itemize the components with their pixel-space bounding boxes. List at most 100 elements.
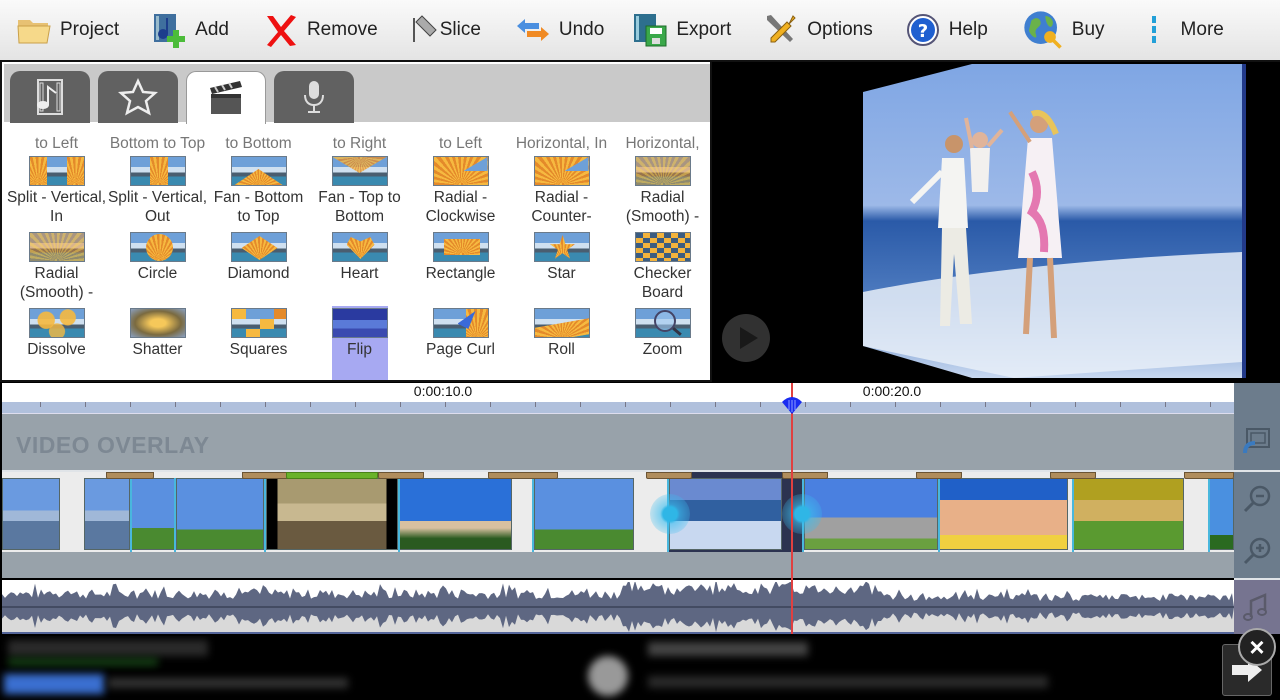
transition-marker[interactable] xyxy=(916,472,962,479)
more-button[interactable]: More xyxy=(1147,0,1224,61)
video-track[interactable] xyxy=(2,470,1234,578)
picture-in-picture-icon xyxy=(1243,428,1270,454)
timeline-ruler[interactable]: 0:00:10.0 0:00:20.0 xyxy=(2,383,1234,414)
transition-item-star[interactable]: Star xyxy=(511,232,612,283)
buy-button[interactable]: Buy xyxy=(1022,0,1105,61)
clapperboard-icon xyxy=(210,81,242,114)
transition-item-fan-up[interactable]: Fan - Bottom to Top xyxy=(208,156,309,226)
transition-marker[interactable] xyxy=(646,472,692,479)
timeline-clip[interactable] xyxy=(1072,478,1184,550)
ruler-tick xyxy=(760,402,761,407)
undo-button[interactable]: Undo xyxy=(515,0,604,61)
transition-marker[interactable] xyxy=(1050,472,1096,479)
transition-item-partial[interactable]: to Left xyxy=(6,134,107,153)
playhead-handle[interactable] xyxy=(781,396,803,414)
tab-narration[interactable] xyxy=(274,71,354,123)
transition-item-squares[interactable]: Squares xyxy=(208,308,309,359)
options-button[interactable]: Options xyxy=(763,0,873,61)
tab-transitions[interactable] xyxy=(186,71,266,124)
add-button[interactable]: Add xyxy=(151,0,229,61)
play-button[interactable] xyxy=(722,314,770,362)
audio-track[interactable] xyxy=(2,580,1234,634)
ruler-tick xyxy=(355,402,356,407)
audio-button[interactable] xyxy=(1234,580,1280,634)
transition-item-page-curl[interactable]: Page Curl xyxy=(410,308,511,359)
export-button[interactable]: Export xyxy=(632,0,731,61)
transition-item-zoom[interactable]: Zoom xyxy=(612,308,710,359)
transition-marker[interactable] xyxy=(378,472,424,479)
slice-button[interactable]: Slice xyxy=(408,0,481,61)
overlay-button[interactable] xyxy=(1234,419,1280,463)
transition-label: Radial xyxy=(640,189,685,206)
transition-label: Roll xyxy=(548,341,575,358)
transition-thumbnail xyxy=(28,232,85,262)
help-button[interactable]: ? Help xyxy=(905,0,988,61)
transition-item-dissolve[interactable]: Dissolve xyxy=(6,308,107,359)
timeline-clip[interactable] xyxy=(938,478,1068,550)
transition-item-partial[interactable]: Horizontal, In xyxy=(511,134,612,153)
transition-label: Fan - Bottom xyxy=(213,189,304,206)
transition-item-partial[interactable]: to Right xyxy=(309,134,410,153)
transition-label: Zoom xyxy=(642,341,683,358)
video-preview[interactable] xyxy=(714,62,1280,382)
project-button[interactable]: Project xyxy=(16,0,119,61)
transition-thumbnail xyxy=(432,232,489,262)
zoom-out-button[interactable] xyxy=(1234,477,1280,521)
timeline-clip[interactable] xyxy=(804,478,938,550)
transition-marker-active[interactable] xyxy=(286,472,378,479)
zoom-in-button[interactable] xyxy=(1234,529,1280,573)
timeline-clip[interactable] xyxy=(176,478,264,550)
audio-waveform xyxy=(2,582,1234,632)
transitions-panel: to Left Bottom to Top to Bottom to Right to … xyxy=(0,62,712,382)
transition-label: Radial xyxy=(34,265,79,282)
transition-thumbnail xyxy=(331,156,388,186)
clip-trim-handle[interactable] xyxy=(650,494,690,534)
remove-button[interactable]: Remove xyxy=(263,0,378,61)
timeline-clip[interactable] xyxy=(1208,478,1234,550)
timeline-clip[interactable] xyxy=(130,478,176,550)
transition-item-rectangle[interactable]: Rectangle xyxy=(410,232,511,283)
ad-text-blurred xyxy=(108,678,348,688)
transition-item-flip[interactable]: Flip xyxy=(309,308,410,359)
transition-item-partial[interactable]: Horizontal, xyxy=(612,134,710,153)
tab-media[interactable] xyxy=(10,71,90,123)
video-overlay-track[interactable]: VIDEO OVERLAY xyxy=(2,414,1234,470)
transition-item-radial[interactable]: Radial - Counter- xyxy=(511,156,612,226)
transition-marker[interactable] xyxy=(106,472,154,479)
transition-item-radial[interactable]: Radial - Clockwise xyxy=(410,156,511,226)
transition-marker[interactable] xyxy=(488,472,558,479)
transition-item-radial-smooth[interactable]: Radial (Smooth) - xyxy=(612,156,710,226)
transition-item-roll[interactable]: Roll xyxy=(511,308,612,359)
transition-item-checker[interactable]: Checker Board xyxy=(612,232,710,302)
zoom-in-icon xyxy=(1243,537,1271,565)
transition-item-partial[interactable]: to Left xyxy=(410,134,511,153)
ad-logo-blurred xyxy=(588,656,628,696)
transition-item-heart[interactable]: Heart xyxy=(309,232,410,283)
undo-label: Undo xyxy=(558,19,605,40)
timeline-clip[interactable] xyxy=(2,478,60,550)
timeline-clip[interactable] xyxy=(534,478,634,550)
transition-item-diamond[interactable]: Diamond xyxy=(208,232,309,283)
transition-item-partial[interactable]: Bottom to Top xyxy=(107,134,208,153)
transition-item-shatter[interactable]: Shatter xyxy=(107,308,208,359)
transition-label: Shatter xyxy=(132,341,183,358)
ruler-tick xyxy=(850,402,851,407)
transition-marker[interactable] xyxy=(242,472,288,479)
transition-item-split-out[interactable]: Split - Vertical, Out xyxy=(107,156,208,226)
transition-item-partial[interactable]: to Bottom xyxy=(208,134,309,153)
timeline-clip[interactable] xyxy=(398,478,512,550)
timeline-clip[interactable] xyxy=(266,478,398,550)
transition-item-radial-smooth[interactable]: Radial (Smooth) - xyxy=(6,232,107,302)
transition-item-split-in[interactable]: Split - Vertical, In xyxy=(6,156,107,226)
transition-marker[interactable] xyxy=(1184,472,1234,479)
transition-marker[interactable] xyxy=(782,472,828,479)
transition-item-fan-down[interactable]: Fan - Top to Bottom xyxy=(309,156,410,226)
transition-label: Rectangle xyxy=(425,265,496,282)
ad-close-button[interactable]: × xyxy=(1238,628,1276,666)
tab-effects[interactable] xyxy=(98,71,178,123)
timeline-clip[interactable] xyxy=(84,478,130,550)
transition-item-circle[interactable]: Circle xyxy=(107,232,208,283)
clip-trim-handle[interactable] xyxy=(782,494,822,534)
timeline-side-tools xyxy=(1234,383,1280,634)
ad-banner[interactable] xyxy=(0,636,1280,700)
